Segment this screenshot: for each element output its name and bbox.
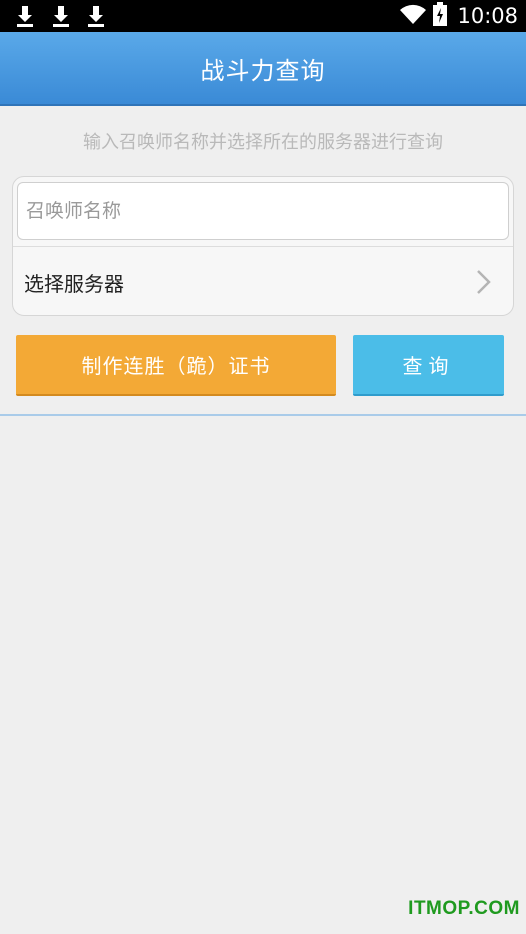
- query-button[interactable]: 查询: [353, 335, 504, 396]
- make-certificate-button[interactable]: 制作连胜（跪）证书: [16, 335, 336, 396]
- download-icon: [14, 4, 36, 28]
- divider: [0, 414, 526, 416]
- battery-charging-icon: [433, 2, 448, 30]
- status-icons: 10:08: [399, 0, 518, 32]
- wifi-icon: [399, 3, 427, 29]
- title-bar: 战斗力查询: [0, 32, 526, 106]
- server-select-label: 选择服务器: [24, 272, 124, 296]
- download-icon: [50, 4, 72, 28]
- hint-text: 输入召唤师名称并选择所在的服务器进行查询: [83, 132, 443, 153]
- query-form: 选择服务器: [12, 176, 514, 316]
- status-bar: 10:08: [0, 0, 526, 32]
- clock: 10:08: [457, 4, 518, 28]
- watermark: ITMOP.COM: [408, 898, 520, 919]
- server-select-row[interactable]: 选择服务器: [13, 247, 513, 315]
- summoner-name-input[interactable]: [17, 182, 509, 240]
- chevron-right-icon: [475, 269, 491, 295]
- page-title: 战斗力查询: [200, 56, 326, 85]
- download-icon: [85, 4, 107, 28]
